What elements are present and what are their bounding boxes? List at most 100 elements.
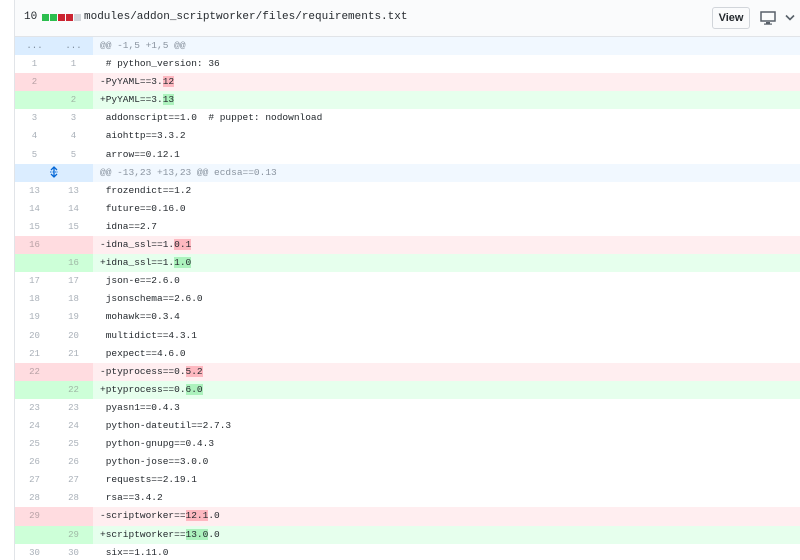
diff-table: ...... @@ -1,5 +1,5 @@ 1 1 # python_version… xyxy=(15,37,800,560)
old-line-number[interactable]: 21 xyxy=(15,344,54,363)
code-text: -ptyprocess==0. xyxy=(100,365,186,377)
old-line-number[interactable]: 13 xyxy=(15,181,54,200)
old-line-number[interactable]: 18 xyxy=(15,290,54,309)
code-text: addonscript==1.0 # puppet: nodownload xyxy=(100,112,323,124)
old-line-number[interactable]: 27 xyxy=(15,471,54,490)
new-line-number[interactable]: 25 xyxy=(54,435,93,454)
code-text: mohawk==0.3.4 xyxy=(100,311,180,323)
new-line-number[interactable]: ... xyxy=(54,37,93,56)
old-line-number[interactable]: 17 xyxy=(15,272,54,291)
new-line-number[interactable]: 14 xyxy=(54,199,93,218)
code-line: requests==2.19.1 xyxy=(93,471,800,489)
code-line: +idna_ssl==1.1.0 xyxy=(93,254,800,272)
code-line: +PyYAML==3.13 xyxy=(93,91,800,109)
old-line-number[interactable] xyxy=(15,91,54,110)
added-line-row: 16 +idna_ssl==1.1.0 xyxy=(15,254,800,273)
new-line-number[interactable]: 18 xyxy=(54,290,93,309)
old-line-number[interactable]: 15 xyxy=(15,217,54,237)
old-line-number[interactable]: 14 xyxy=(15,199,54,218)
old-line-number[interactable]: 4 xyxy=(15,127,54,146)
change-count: 10 xyxy=(24,11,38,23)
new-line-number[interactable]: 24 xyxy=(54,416,93,436)
new-line-number[interactable]: 16 xyxy=(54,254,93,273)
new-line-number[interactable]: 1 xyxy=(54,55,93,74)
old-line-number[interactable]: 30 xyxy=(15,543,54,560)
old-line-number[interactable]: 22 xyxy=(15,362,54,381)
new-line-number[interactable]: 26 xyxy=(54,453,93,472)
new-line-number[interactable]: 3 xyxy=(54,109,93,128)
new-line-number[interactable]: 17 xyxy=(54,272,93,291)
code-line: six==1.11.0 xyxy=(93,544,800,560)
new-line-number[interactable] xyxy=(54,362,93,381)
new-line-number[interactable]: 20 xyxy=(54,326,93,345)
old-line-number[interactable]: 28 xyxy=(15,489,54,508)
code-line: json-e==2.6.0 xyxy=(93,272,800,290)
code-text: aiohttp==3.3.2 xyxy=(100,130,186,142)
old-line-number[interactable] xyxy=(15,380,54,399)
code-text: json-e==2.6.0 xyxy=(100,275,180,287)
context-line-row: 17 17 json-e==2.6.0 xyxy=(15,272,800,291)
code-line: frozendict==1.2 xyxy=(93,182,800,200)
new-line-number[interactable] xyxy=(54,73,93,92)
old-line-number[interactable]: 1 xyxy=(15,55,54,74)
new-line-number[interactable]: 22 xyxy=(54,380,93,399)
old-line-number[interactable]: 16 xyxy=(15,236,54,255)
old-line-number[interactable]: 26 xyxy=(15,453,54,472)
context-line-row: 24 24 python-dateutil==2.7.3 xyxy=(15,416,800,436)
changed-text-highlight: 6.0 xyxy=(185,383,203,395)
file-path[interactable]: modules/addon_scriptworker/files/require… xyxy=(84,11,407,23)
new-line-number[interactable]: 13 xyxy=(54,181,93,200)
context-line-row: 15 15 idna==2.7 xyxy=(15,217,800,237)
diffstat-block xyxy=(66,14,73,21)
new-line-number[interactable]: 29 xyxy=(54,525,93,544)
unfold-icon[interactable] xyxy=(48,166,60,179)
context-line-row: 25 25 python-gnupg==0.4.3 xyxy=(15,435,800,454)
old-line-number[interactable]: 29 xyxy=(15,507,54,526)
chevron-down-icon[interactable] xyxy=(785,14,795,22)
old-line-number[interactable]: 24 xyxy=(15,416,54,436)
new-line-number[interactable]: 27 xyxy=(54,471,93,490)
new-line-number[interactable] xyxy=(54,507,93,526)
new-line-number[interactable]: 19 xyxy=(54,308,93,327)
deleted-line-row: 22 -ptyprocess==0.5.2 xyxy=(15,362,800,381)
old-line-number[interactable]: 5 xyxy=(15,145,54,164)
new-line-number[interactable] xyxy=(54,236,93,255)
code-line: pyasn1==0.4.3 xyxy=(93,399,800,417)
view-file-button[interactable]: View xyxy=(712,7,750,29)
diffstat xyxy=(42,14,82,22)
deleted-line-row: 2 -PyYAML==3.12 xyxy=(15,73,800,92)
code-line: mohawk==0.3.4 xyxy=(93,308,800,326)
code-text: +ptyprocess==0. xyxy=(100,383,186,395)
code-line: python-jose==3.0.0 xyxy=(93,453,800,471)
code-line: -PyYAML==3.12 xyxy=(93,73,800,91)
code-text: .0 xyxy=(208,510,220,522)
expand-lines-button[interactable] xyxy=(15,163,93,182)
old-line-number[interactable]: 23 xyxy=(15,398,54,417)
hunk-header-row: ...... @@ -1,5 +1,5 @@ xyxy=(15,37,800,56)
old-line-number[interactable]: 20 xyxy=(15,326,54,345)
new-line-number[interactable]: 23 xyxy=(54,398,93,417)
context-line-row: 26 26 python-jose==3.0.0 xyxy=(15,453,800,472)
old-line-number[interactable]: 3 xyxy=(15,109,54,128)
new-line-number[interactable]: 28 xyxy=(54,489,93,508)
old-line-number[interactable]: 2 xyxy=(15,73,54,92)
new-line-number[interactable]: 4 xyxy=(54,127,93,146)
old-line-number[interactable]: ... xyxy=(15,37,54,56)
old-line-number[interactable] xyxy=(15,525,54,544)
new-line-number[interactable]: 30 xyxy=(54,543,93,560)
added-line-row: 29 +scriptworker==13.0.0 xyxy=(15,525,800,544)
diffstat-block xyxy=(58,14,65,21)
context-line-row: 23 23 pyasn1==0.4.3 xyxy=(15,398,800,417)
context-line-row: 21 21 pexpect==4.6.0 xyxy=(15,344,800,363)
old-line-number[interactable]: 25 xyxy=(15,435,54,454)
new-line-number[interactable]: 2 xyxy=(54,91,93,110)
diffstat-block xyxy=(74,14,81,21)
new-line-number[interactable]: 21 xyxy=(54,344,93,363)
new-line-number[interactable]: 15 xyxy=(54,217,93,237)
old-line-number[interactable] xyxy=(15,254,54,273)
desktop-icon[interactable] xyxy=(760,11,776,25)
new-line-number[interactable]: 5 xyxy=(54,145,93,164)
old-line-number[interactable]: 19 xyxy=(15,308,54,327)
changed-text-highlight: 12.1 xyxy=(185,510,209,522)
changed-text-highlight: 13.0 xyxy=(185,528,209,540)
